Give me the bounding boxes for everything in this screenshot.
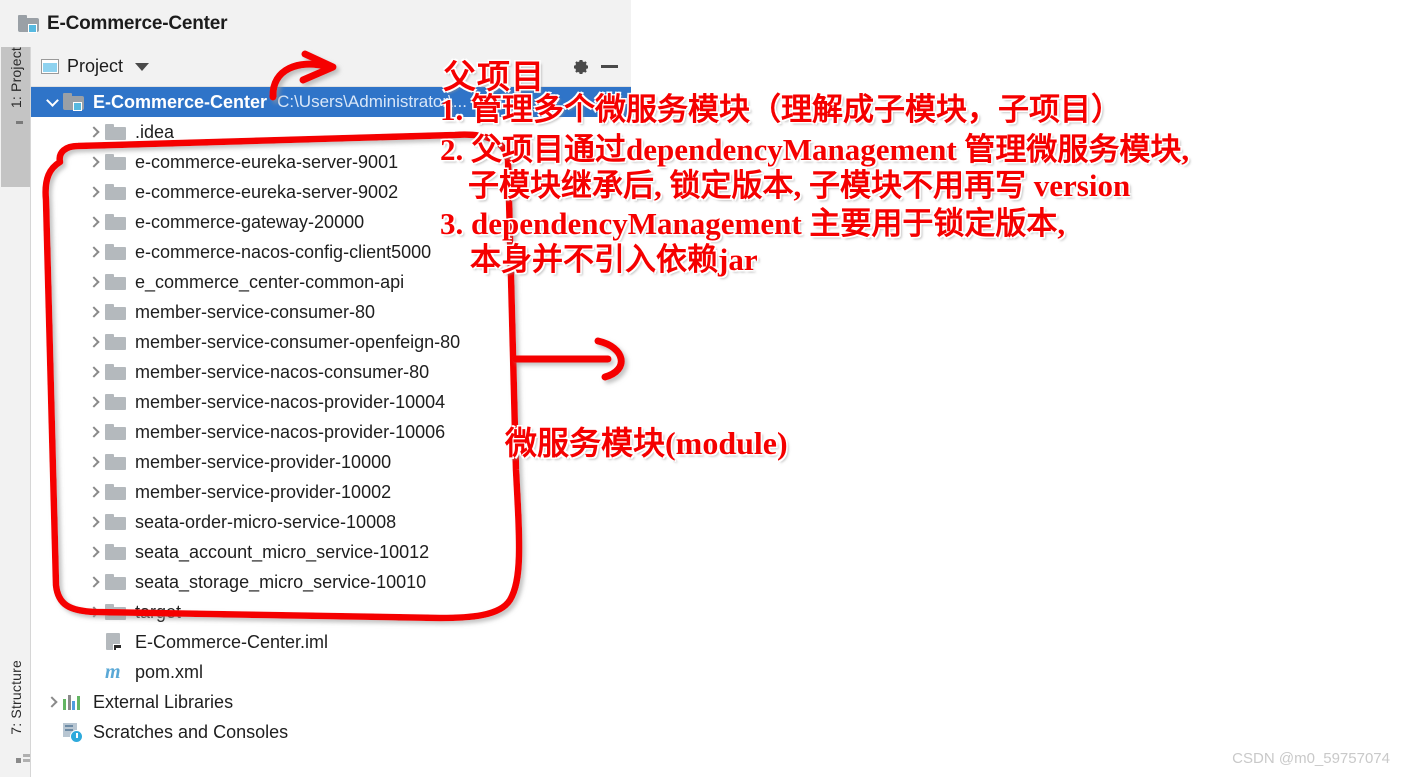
tree-row-label: .idea (135, 121, 175, 142)
folder-icon (105, 363, 133, 381)
minimize-icon[interactable] (595, 53, 623, 81)
folder-icon (105, 213, 133, 231)
tree-row-label: member-service-provider-10002 (135, 481, 392, 502)
chevron-right-icon[interactable] (41, 696, 63, 708)
folder-icon (105, 543, 133, 561)
chevron-right-icon[interactable] (83, 606, 105, 618)
tree-row-external-libraries[interactable]: External Libraries (31, 687, 631, 717)
tree-row-label: member-service-nacos-provider-10006 (135, 421, 446, 442)
folder-icon (105, 483, 133, 501)
window-titlebar: E-Commerce-Center (0, 0, 631, 47)
sidebar-tab-structure-label: 7: Structure (7, 660, 24, 735)
tree-row-label: e-commerce-nacos-config-client5000 (135, 241, 432, 262)
tree-row-label: seata_account_micro_service-10012 (135, 541, 430, 562)
annotation-module-label: 微服务模块(module) (505, 425, 788, 461)
tree-row-label: member-service-provider-10000 (135, 451, 392, 472)
tree-row-label: Scratches and Consoles (93, 721, 289, 742)
tree-row-label: pom.xml (135, 661, 204, 682)
screenshot-root: E-Commerce-Center 1: Project 7: Structur… (0, 0, 1404, 777)
scratches-icon (63, 722, 91, 743)
tree-row-label: External Libraries (93, 691, 234, 712)
chevron-right-icon[interactable] (83, 426, 105, 438)
folder-icon (105, 303, 133, 321)
folder-icon (105, 603, 133, 621)
tree-row-member-service-consumer-openfeign-80[interactable]: member-service-consumer-openfeign-80 (31, 327, 631, 357)
tree-row-member-service-provider-10002[interactable]: member-service-provider-10002 (31, 477, 631, 507)
chevron-right-icon[interactable] (83, 486, 105, 498)
project-tool-window-title: Project (67, 56, 124, 76)
tree-row-target[interactable]: target (31, 597, 631, 627)
chevron-right-icon[interactable] (83, 126, 105, 138)
folder-icon (105, 243, 133, 261)
chevron-right-icon[interactable] (83, 306, 105, 318)
annotation-line-1: 1. 管理多个微服务模块（理解成子模块，子项目） (440, 92, 1122, 127)
tree-row-label: member-service-consumer-80 (135, 301, 376, 322)
tree-row-scratches-and-consoles[interactable]: Scratches and Consoles (31, 717, 631, 747)
iml-file-icon (105, 632, 133, 652)
chevron-right-icon[interactable] (83, 336, 105, 348)
tree-row-path: C:\Users\Administrator\... (277, 92, 467, 111)
tree-row-seata-storage-micro-service-10010[interactable]: seata_storage_micro_service-10010 (31, 567, 631, 597)
tree-row-seata-order-micro-service-10008[interactable]: seata-order-micro-service-10008 (31, 507, 631, 537)
tree-row-label: member-service-nacos-provider-10004 (135, 391, 446, 412)
gear-icon[interactable] (567, 53, 595, 81)
chevron-right-icon[interactable] (83, 576, 105, 588)
folder-icon (105, 423, 133, 441)
tree-row-label: E-Commerce-Center (93, 91, 268, 112)
maven-file-icon: m (105, 661, 121, 683)
tree-row-member-service-nacos-consumer-80[interactable]: member-service-nacos-consumer-80 (31, 357, 631, 387)
tree-row-label: e-commerce-gateway-20000 (135, 211, 365, 232)
tree-row-label: e-commerce-eureka-server-9002 (135, 181, 399, 202)
tool-strip: 1: Project 7: Structure (0, 47, 31, 777)
tree-row-label: target (135, 601, 182, 622)
project-folder-icon (18, 14, 40, 33)
tree-row-member-service-consumer-80[interactable]: member-service-consumer-80 (31, 297, 631, 327)
tree-row-label: e_commerce_center-common-api (135, 271, 405, 292)
tree-row-e-commerce-center-iml[interactable]: E-Commerce-Center.iml (31, 627, 631, 657)
folder-icon (105, 573, 133, 591)
tree-row-label: seata_storage_micro_service-10010 (135, 571, 427, 592)
tree-row-seata-account-micro-service-10012[interactable]: seata_account_micro_service-10012 (31, 537, 631, 567)
folder-icon (105, 393, 133, 411)
tree-row-label: E-Commerce-Center.iml (135, 631, 329, 652)
libraries-icon (63, 694, 91, 710)
folder-icon (105, 123, 133, 141)
chevron-right-icon[interactable] (83, 246, 105, 258)
folder-icon (105, 273, 133, 291)
chevron-right-icon[interactable] (83, 516, 105, 528)
chevron-right-icon[interactable] (83, 276, 105, 288)
watermark: CSDN @m0_59757074 (1232, 750, 1390, 767)
chevron-right-icon[interactable] (83, 156, 105, 168)
chevron-right-icon[interactable] (83, 456, 105, 468)
tree-row-label: member-service-consumer-openfeign-80 (135, 331, 461, 352)
sidebar-tab-structure[interactable]: 7: Structure (1, 660, 30, 777)
tree-row-label: seata-order-micro-service-10008 (135, 511, 397, 532)
chevron-right-icon[interactable] (83, 186, 105, 198)
chevron-right-icon[interactable] (83, 396, 105, 408)
chevron-right-icon[interactable] (83, 546, 105, 558)
chevron-down-icon[interactable] (135, 62, 150, 71)
tree-row-member-service-nacos-provider-10004[interactable]: member-service-nacos-provider-10004 (31, 387, 631, 417)
folder-icon (105, 453, 133, 471)
tree-row-pom-xml[interactable]: m pom.xml (31, 657, 631, 687)
window-title: E-Commerce-Center (47, 12, 228, 34)
project-folder-icon (63, 93, 91, 111)
folder-icon (105, 153, 133, 171)
chevron-right-icon[interactable] (83, 366, 105, 378)
sidebar-tab-project-label: 1: Project (7, 47, 24, 109)
folder-icon (105, 513, 133, 531)
tree-row-label: member-service-nacos-consumer-80 (135, 361, 430, 382)
chevron-down-icon[interactable] (41, 93, 63, 109)
folder-icon (105, 333, 133, 351)
annotation-line-5: 本身并不引入依赖jar (470, 242, 758, 277)
tree-row-label: e-commerce-eureka-server-9001 (135, 151, 399, 172)
folder-icon (105, 183, 133, 201)
chevron-right-icon[interactable] (83, 216, 105, 228)
sidebar-tab-project[interactable]: 1: Project (1, 47, 30, 187)
project-view-icon (41, 59, 59, 74)
